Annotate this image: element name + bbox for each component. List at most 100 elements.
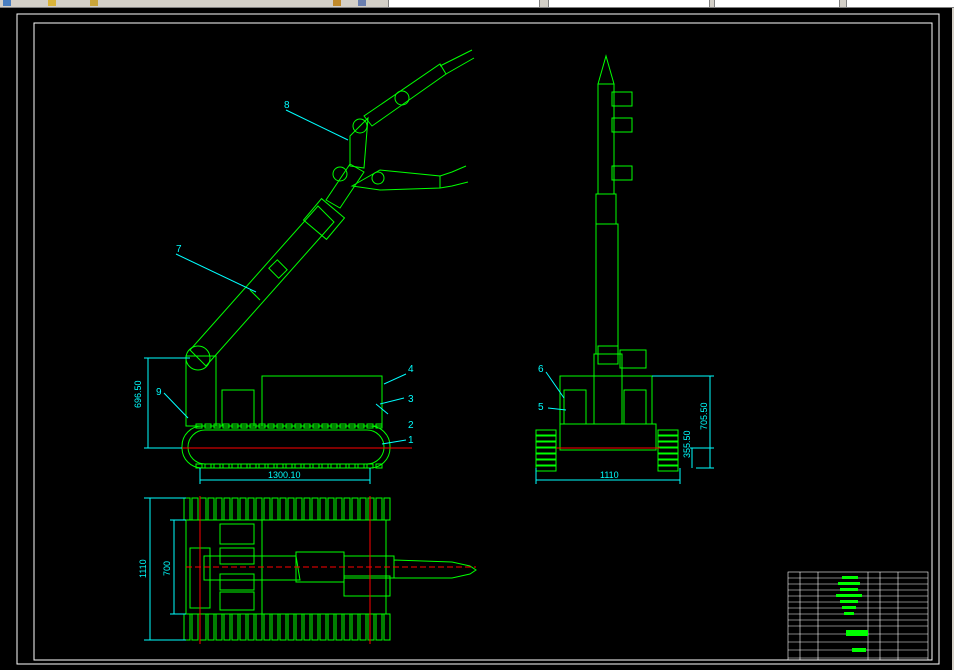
tread-bar [343, 613, 351, 641]
tread-segment [657, 447, 679, 454]
tread-bar [183, 613, 191, 641]
tread-segment [535, 429, 557, 436]
side-height-dim: 696.50 [133, 380, 143, 408]
front-height-total-dim: 705.50 [699, 402, 709, 430]
callout-7: 7 [176, 244, 182, 255]
tread-segment [535, 435, 557, 442]
tread-bar [271, 497, 279, 521]
tread-bar [383, 613, 391, 641]
side-length-dim: 1300.10 [268, 470, 301, 480]
tread-segment [657, 435, 679, 442]
tread-bar [335, 613, 343, 641]
mast-middle [595, 223, 619, 355]
tread-bar [223, 497, 231, 521]
top-track-lower [183, 613, 391, 641]
tread-segment [657, 459, 679, 466]
front-joint-4 [597, 345, 619, 365]
side-track [181, 425, 391, 469]
forearm-upper [363, 63, 447, 127]
front-motor-right [623, 389, 647, 425]
tread-bar [255, 497, 263, 521]
tread-bar [359, 497, 367, 521]
front-joint-5 [619, 349, 647, 369]
callout-9: 9 [156, 387, 162, 398]
tread-bar [287, 497, 295, 521]
tread-bar [303, 613, 311, 641]
tread-bar [279, 613, 287, 641]
top-track-upper [183, 497, 391, 521]
tread-bar [319, 613, 327, 641]
top-battery-1 [219, 523, 255, 545]
front-joint-2 [611, 117, 633, 133]
tread-bar [311, 497, 319, 521]
wrist-joint-upper [394, 90, 410, 106]
tread-segment [535, 447, 557, 454]
tread-bar [287, 613, 295, 641]
top-boom [203, 555, 301, 581]
tread-segment [535, 459, 557, 466]
tread-segment [657, 429, 679, 436]
track-link [276, 463, 284, 469]
tread-bar [295, 497, 303, 521]
wrist-joint-lower [371, 171, 385, 185]
tread-bar [215, 497, 223, 521]
track-link [267, 463, 275, 469]
track-link [348, 463, 356, 469]
drawing-canvas[interactable]: 696.50 1300.10 1 2 3 4 7 8 9 705.50 355.… [0, 8, 954, 670]
callout-8: 8 [284, 100, 290, 111]
tread-bar [271, 613, 279, 641]
toolbar [0, 0, 954, 8]
tread-segment [535, 465, 557, 472]
motor-box [221, 389, 255, 427]
save-icon[interactable] [90, 0, 98, 6]
forearm-lower [350, 169, 441, 191]
tread-bar [351, 497, 359, 521]
tread-bar [375, 613, 383, 641]
front-joint-3 [611, 165, 633, 181]
tread-bar [191, 613, 199, 641]
callout-5: 5 [538, 402, 544, 413]
track-link [231, 463, 239, 469]
elbow-link [325, 163, 365, 209]
tab-3[interactable] [714, 0, 840, 7]
callout-1: 1 [408, 435, 414, 446]
front-track-right [657, 429, 679, 472]
tread-bar [311, 613, 319, 641]
track-link [213, 463, 221, 469]
front-dimensions [535, 371, 714, 484]
track-link [240, 463, 248, 469]
tread-bar [351, 613, 359, 641]
tread-bar [263, 497, 271, 521]
top-view [183, 497, 477, 641]
tread-bar [383, 497, 391, 521]
tread-bar [247, 497, 255, 521]
tread-bar [327, 613, 335, 641]
tread-bar [303, 497, 311, 521]
callout-2: 2 [408, 420, 414, 431]
side-track-links [195, 423, 383, 469]
track-link [330, 463, 338, 469]
tread-bar [375, 497, 383, 521]
front-width-dim: 1110 [600, 470, 619, 480]
tread-segment [657, 453, 679, 460]
cube-icon[interactable] [3, 0, 11, 6]
tread-bar [239, 613, 247, 641]
tread-bar [207, 613, 215, 641]
tread-bar [367, 497, 375, 521]
tread-bar [367, 613, 375, 641]
tread-bar [279, 497, 287, 521]
open-folder-icon[interactable] [48, 0, 56, 6]
tab-1[interactable] [388, 0, 540, 7]
layers-icon[interactable] [358, 0, 366, 6]
tab-2[interactable] [548, 0, 710, 7]
tread-segment [535, 441, 557, 448]
track-link [339, 463, 347, 469]
tab-4[interactable] [846, 0, 954, 7]
tool-icon[interactable] [333, 0, 341, 6]
track-link [285, 463, 293, 469]
mast-tip [597, 54, 615, 85]
chassis-body [261, 375, 383, 427]
track-link [312, 463, 320, 469]
tread-bar [207, 497, 215, 521]
shoulder-base [185, 355, 217, 427]
